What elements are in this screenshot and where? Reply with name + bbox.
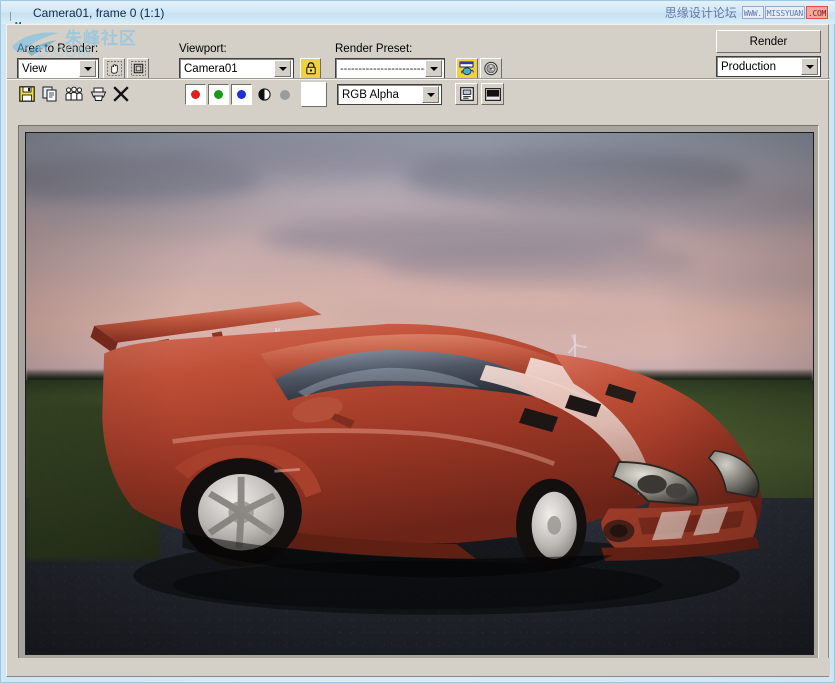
red-channel-dot — [191, 90, 200, 99]
channel-display-value: RGB Alpha — [338, 89, 422, 101]
clone-window-icon — [65, 86, 83, 102]
watermark-chinese-text: 思缘设计论坛 — [665, 4, 737, 21]
print-button[interactable] — [88, 84, 108, 104]
3dsmax-icon: M3DS — [10, 5, 26, 21]
window-client-area: Area to Render: View Viewport: — [6, 24, 829, 677]
chevron-down-icon[interactable] — [801, 58, 818, 75]
monochrome-icon — [279, 89, 291, 101]
watermark-url-www: WWW. — [742, 6, 764, 19]
background-color-swatch[interactable] — [301, 82, 327, 107]
render-setup-button[interactable] — [456, 58, 478, 79]
render-mode-select[interactable]: Production — [716, 56, 821, 77]
title-bar: M3DS Camera01, frame 0 (1:1) 思缘设计论坛 WWW.… — [1, 1, 835, 24]
pixel-info-icon — [460, 87, 474, 101]
rendered-image[interactable] — [25, 132, 814, 655]
edit-region-button[interactable] — [103, 58, 125, 79]
green-channel-dot — [214, 90, 223, 99]
render-preset-value: -------------------------- — [336, 63, 425, 75]
render-button[interactable]: Render — [716, 30, 821, 53]
chevron-down-icon[interactable] — [425, 60, 442, 77]
render-preset-label: Render Preset: — [335, 43, 412, 55]
blue-channel-dot — [237, 90, 246, 99]
environment-button[interactable] — [480, 58, 502, 79]
vignette-overlay — [26, 133, 813, 654]
chevron-down-icon[interactable] — [79, 60, 96, 77]
render-button-label: Render — [750, 36, 788, 48]
window-title: Camera01, frame 0 (1:1) — [33, 6, 164, 20]
alpha-channel-icon — [258, 88, 271, 101]
copy-bitmap-icon — [42, 86, 58, 102]
monochrome-button[interactable] — [275, 84, 295, 105]
area-to-render-select[interactable]: View — [17, 58, 99, 79]
clear-button[interactable] — [111, 84, 131, 104]
render-mode-value: Production — [717, 61, 801, 73]
padlock-icon — [305, 62, 317, 75]
render-image-panel[interactable] — [18, 125, 819, 660]
green-channel-button[interactable] — [208, 84, 229, 105]
window-footer — [7, 658, 830, 676]
area-to-render-value: View — [18, 63, 79, 75]
toggle-render-ui-icon — [485, 88, 501, 101]
hand-region-icon — [107, 61, 122, 76]
watermark-url: WWW. MISSYUAN .COM — [742, 6, 829, 19]
channel-display-select[interactable]: RGB Alpha — [337, 84, 442, 105]
chevron-down-icon[interactable] — [422, 86, 439, 103]
print-icon — [90, 86, 107, 102]
toolbar-primary: Area to Render: View Viewport: — [7, 25, 830, 79]
teapot-icon — [459, 61, 475, 76]
blowup-region-button[interactable] — [127, 58, 149, 79]
area-to-render-label: Area to Render: — [17, 43, 98, 55]
copy-bitmap-button[interactable] — [40, 84, 60, 104]
viewport-label: Viewport: — [179, 43, 227, 55]
watermark-url-tld: .COM — [806, 6, 828, 19]
toggle-ui-button[interactable] — [481, 83, 504, 105]
lock-viewport-button[interactable] — [300, 58, 321, 79]
watermark-titlebar: 思缘设计论坛 WWW. MISSYUAN .COM — [665, 5, 829, 20]
alpha-channel-button[interactable] — [254, 84, 274, 105]
blowup-region-icon — [131, 61, 146, 76]
viewport-value: Camera01 — [180, 63, 274, 75]
chevron-down-icon[interactable] — [274, 60, 291, 77]
clone-window-button[interactable] — [63, 84, 85, 104]
save-floppy-icon — [19, 86, 35, 102]
render-preset-select[interactable]: -------------------------- — [335, 58, 445, 79]
viewport-select[interactable]: Camera01 — [179, 58, 294, 79]
watermark-url-name: MISSYUAN — [765, 6, 805, 19]
pixel-info-button[interactable] — [455, 83, 478, 105]
blue-channel-button[interactable] — [231, 84, 252, 105]
clear-close-icon — [113, 86, 129, 102]
render-frame-window: M3DS Camera01, frame 0 (1:1) 思缘设计论坛 WWW.… — [0, 0, 835, 683]
environment-gauge-icon — [483, 61, 499, 76]
save-bitmap-button[interactable] — [17, 84, 37, 104]
red-channel-button[interactable] — [185, 84, 206, 105]
toolbar-secondary: RGB Alpha — [7, 79, 830, 112]
